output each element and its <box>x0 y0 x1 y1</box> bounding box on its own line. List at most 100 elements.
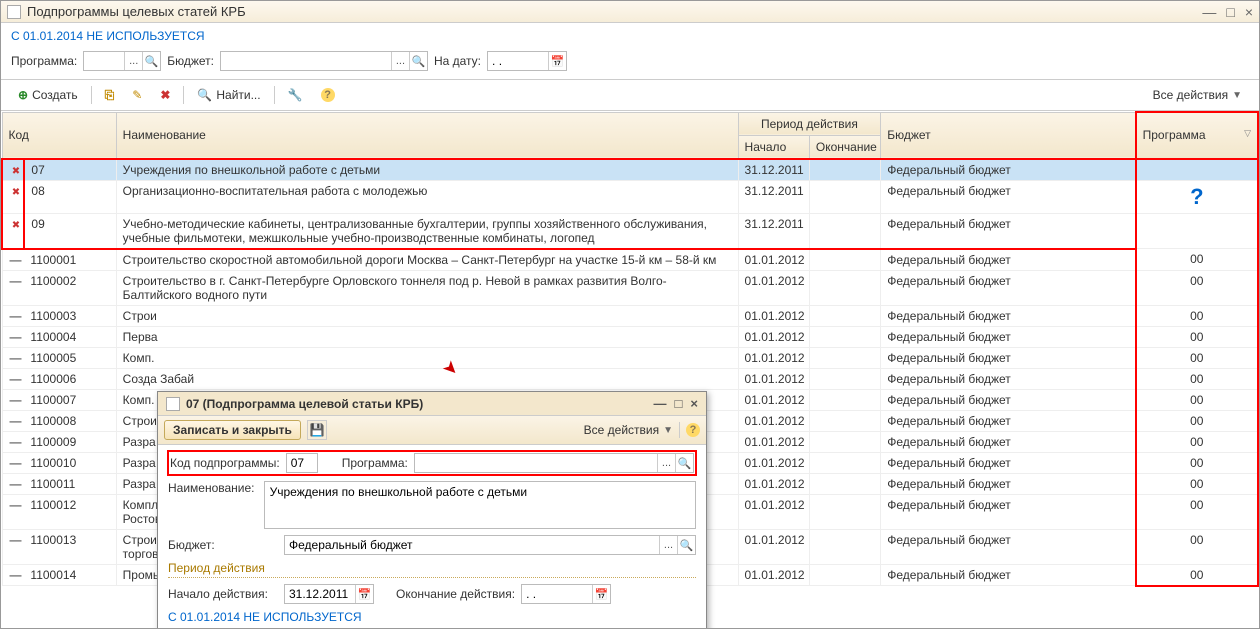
dialog-notice: С 01.01.2014 НЕ ИСПОЛЬЗУЕТСЯ <box>168 610 696 624</box>
search-icon[interactable]: 🔍 <box>142 52 160 70</box>
item-icon: — <box>9 568 23 582</box>
header-start[interactable]: Начало <box>738 135 809 159</box>
search-icon[interactable]: 🔍 <box>677 536 695 554</box>
table-row[interactable]: —1100004Перва01.01.2012Федеральный бюдже… <box>2 326 1258 347</box>
table-row[interactable]: ✖07Учреждения по внешкольной работе с де… <box>2 159 1258 181</box>
titlebar: Подпрограммы целевых статей КРБ — □ × <box>1 1 1259 23</box>
separator <box>91 86 92 104</box>
delete-button[interactable]: ✖ <box>153 84 177 106</box>
table-row[interactable]: —1100001Строительство скоростной автомоб… <box>2 249 1258 271</box>
x-icon: ✖ <box>160 88 170 102</box>
header-budget[interactable]: Бюджет <box>881 112 1136 159</box>
name-input[interactable] <box>264 481 696 529</box>
window-title: Подпрограммы целевых статей КРБ <box>27 4 1202 19</box>
item-icon: — <box>9 533 23 547</box>
item-icon: — <box>9 274 23 288</box>
create-button[interactable]: ⊕ Создать <box>11 84 85 106</box>
budget-filter-label: Бюджет: <box>167 54 214 68</box>
pencil-icon: ✎ <box>132 88 142 102</box>
save-close-button[interactable]: Записать и закрыть <box>164 420 301 440</box>
date-filter-field[interactable]: 📅 <box>487 51 567 71</box>
all-actions-button[interactable]: Все действия ▼ <box>1146 84 1249 106</box>
find-label: Найти... <box>216 88 260 102</box>
help-button[interactable]: ? <box>314 84 342 106</box>
minimize-icon[interactable]: — <box>654 396 667 411</box>
close-icon[interactable]: × <box>1245 4 1253 20</box>
item-icon: — <box>9 498 23 512</box>
program-filter-input[interactable] <box>84 52 124 70</box>
copy-button[interactable]: ⎘ <box>98 84 122 106</box>
all-actions-button[interactable]: Все действия ▼ <box>584 423 673 437</box>
dialog-body: Код подпрограммы: Программа: ... 🔍 Наиме… <box>158 445 706 628</box>
item-icon: — <box>9 309 23 323</box>
calendar-icon[interactable]: 📅 <box>355 585 373 603</box>
header-name[interactable]: Наименование <box>116 112 738 159</box>
minimize-icon[interactable]: — <box>1202 4 1216 20</box>
table-row[interactable]: —1100006Созда Забай01.01.2012Федеральный… <box>2 368 1258 389</box>
maximize-icon[interactable]: □ <box>675 396 683 411</box>
calendar-icon[interactable]: 📅 <box>592 585 610 603</box>
settings-button[interactable]: 🔧 <box>281 84 310 106</box>
table-row[interactable]: —1100003Строи01.01.2012Федеральный бюдже… <box>2 305 1258 326</box>
item-icon: — <box>9 253 23 267</box>
budget-input[interactable] <box>285 536 659 554</box>
dialog-toolbar: Записать и закрыть 💾 ➤ Все действия ▼ ? <box>158 416 706 445</box>
header-program[interactable]: Программа ▽ <box>1136 112 1258 159</box>
filter-bar: Программа: ... 🔍 Бюджет: ... 🔍 На дату: … <box>1 47 1259 80</box>
item-icon: — <box>9 456 23 470</box>
code-program-row: Код подпрограммы: Программа: ... 🔍 <box>168 451 696 475</box>
search-icon[interactable]: 🔍 <box>675 454 693 472</box>
program-label: Программа: <box>342 456 408 470</box>
edit-button[interactable]: ✎ <box>125 84 149 106</box>
ellipsis-icon[interactable]: ... <box>657 454 675 472</box>
search-icon[interactable]: 🔍 <box>409 52 427 70</box>
code-label: Код подпрограммы: <box>170 456 280 470</box>
budget-filter-input[interactable] <box>221 52 391 70</box>
header-end[interactable]: Окончание <box>809 135 880 159</box>
name-label: Наименование: <box>168 481 258 495</box>
date-filter-label: На дату: <box>434 54 481 68</box>
program-filter-field[interactable]: ... 🔍 <box>83 51 161 71</box>
toolbar: ⊕ Создать ⎘ ✎ ✖ 🔍 Найти... 🔧 ? Все дейст… <box>1 80 1259 110</box>
question-mark: ? <box>1143 184 1251 210</box>
program-filter-label: Программа: <box>11 54 77 68</box>
dialog-title: 07 (Подпрограмма целевой статьи КРБ) <box>186 397 654 411</box>
all-actions-label: Все действия <box>1153 88 1228 102</box>
deleted-icon: ✖ <box>9 166 23 177</box>
table-row[interactable]: ✖08Организационно-воспитательная работа … <box>2 180 1258 213</box>
help-button[interactable]: ? <box>686 423 700 437</box>
create-label: Создать <box>32 88 78 102</box>
deprecation-notice: С 01.01.2014 НЕ ИСПОЛЬЗУЕТСЯ <box>1 23 1259 47</box>
code-input[interactable] <box>287 454 317 472</box>
maximize-icon[interactable]: □ <box>1226 4 1234 20</box>
find-button[interactable]: 🔍 Найти... <box>190 84 267 106</box>
copy-icon: ⎘ <box>105 88 115 103</box>
header-period[interactable]: Период действия <box>738 112 881 135</box>
budget-filter-field[interactable]: ... 🔍 <box>220 51 428 71</box>
item-icon: — <box>9 372 23 386</box>
magnifier-icon: 🔍 <box>197 88 212 102</box>
header-code[interactable]: Код <box>2 112 116 159</box>
close-icon[interactable]: × <box>690 396 698 411</box>
table-row[interactable]: —1100005Комп.01.01.2012Федеральный бюдже… <box>2 347 1258 368</box>
table-row[interactable]: —1100002Строительство в г. Санкт-Петербу… <box>2 270 1258 305</box>
gear-icon: 🔧 <box>288 88 303 102</box>
calendar-icon[interactable]: 📅 <box>548 52 566 70</box>
start-input[interactable] <box>285 585 355 603</box>
deleted-icon: ✖ <box>9 220 23 231</box>
item-icon: — <box>9 330 23 344</box>
program-input[interactable] <box>415 454 657 472</box>
end-input[interactable] <box>522 585 592 603</box>
item-icon: — <box>9 414 23 428</box>
item-icon: — <box>9 477 23 491</box>
date-filter-input[interactable] <box>488 52 548 70</box>
table-row[interactable]: ✖09Учебно-методические кабинеты, централ… <box>2 213 1258 249</box>
chevron-down-icon: ▼ <box>663 425 673 436</box>
save-button[interactable]: 💾 <box>307 420 327 440</box>
ellipsis-icon[interactable]: ... <box>124 52 142 70</box>
ellipsis-icon[interactable]: ... <box>659 536 677 554</box>
item-icon: — <box>9 393 23 407</box>
end-label: Окончание действия: <box>396 587 515 601</box>
ellipsis-icon[interactable]: ... <box>391 52 409 70</box>
budget-label: Бюджет: <box>168 538 278 552</box>
